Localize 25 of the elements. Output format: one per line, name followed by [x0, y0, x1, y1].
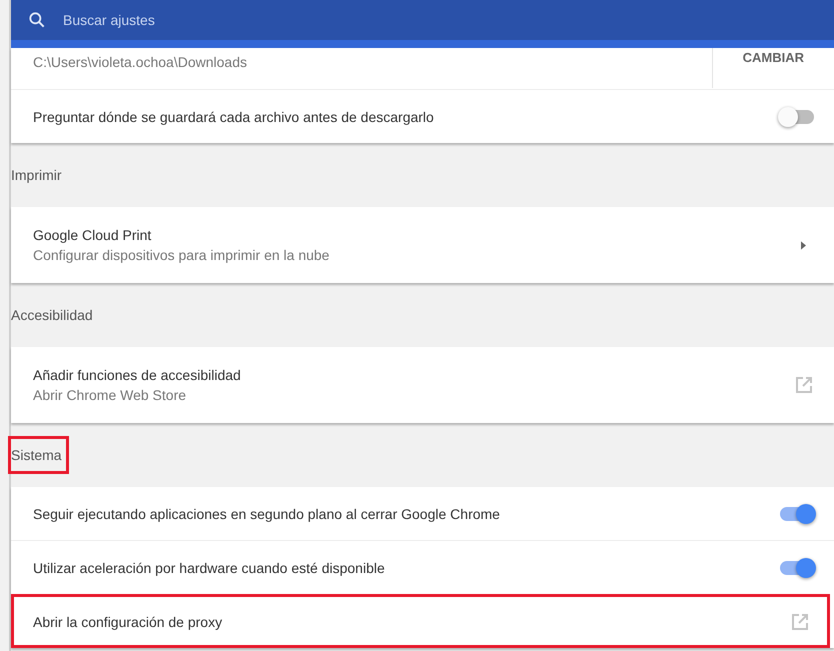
settings-row[interactable]: Google Cloud Print Configurar dispositivos para imprimir en la nube: [11, 207, 834, 283]
setting-label: Añadir funciones de accesibilidad: [33, 367, 242, 383]
section-heading: Sistema: [11, 439, 66, 471]
setting-label: Preguntar dónde se guardará cada archivo antes de descargarlo: [33, 108, 435, 124]
toggle-switch[interactable]: [780, 560, 814, 574]
setting-description: Configurar dispositivos para imprimir en la nube: [33, 247, 330, 263]
toggle-switch[interactable]: [780, 506, 814, 520]
settings-row[interactable]: Utilizar aceleración por hardware cuando esté disponible: [11, 540, 834, 594]
toggle-switch[interactable]: [780, 110, 814, 124]
setting-description: Abrir Chrome Web Store: [33, 387, 188, 403]
settings-row[interactable]: Seguir ejecutando aplicaciones en segundo plano al cerrar Google Chrome: [11, 487, 834, 540]
setting-label: Google Cloud Print: [33, 227, 152, 243]
settings-row[interactable]: Preguntar dónde se guardará cada archivo antes de descargarlo: [11, 89, 834, 143]
setting-label: Seguir ejecutando aplicaciones en segundo plano al cerrar Google Chrome: [33, 506, 501, 522]
setting-label: Utilizar aceleración por hardware cuando esté disponible: [33, 560, 386, 576]
setting-label: Abrir la configuración de proxy: [33, 614, 224, 630]
settings-row[interactable]: Abrir la configuración de proxy: [11, 594, 830, 648]
section-heading: Accesibilidad: [11, 306, 94, 325]
search-field[interactable]: Buscar ajustes: [63, 12, 363, 28]
caret-right-icon[interactable]: [801, 240, 806, 250]
settings-row[interactable]: Añadir funciones de accesibilidad Abrir Chrome Web Store: [11, 347, 834, 423]
change-button[interactable]: CAMBIAR: [732, 48, 814, 66]
search-icon[interactable]: [27, 10, 47, 30]
section-heading: Imprimir: [11, 166, 63, 185]
folder-path: C:\Users\violeta.ochoa\Downloads: [33, 53, 248, 70]
